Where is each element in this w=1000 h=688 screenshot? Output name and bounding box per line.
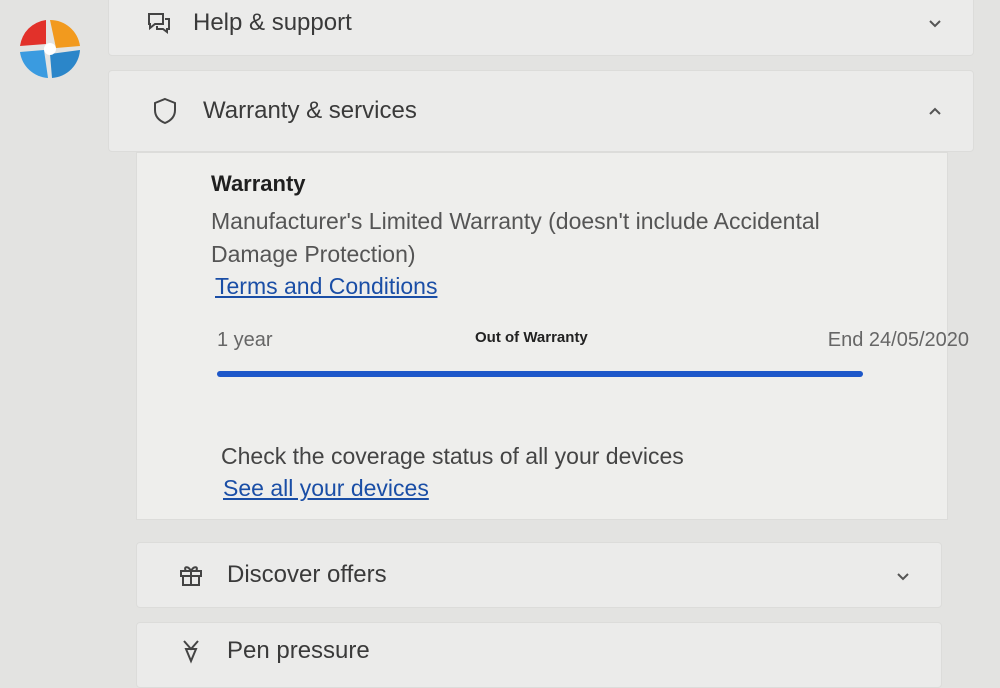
chevron-down-icon[interactable] <box>895 568 911 584</box>
chevron-down-icon[interactable] <box>927 15 943 31</box>
warranty-end-date: End 24/05/2020 <box>827 329 969 351</box>
discover-offers-label: Discover offers <box>227 561 387 588</box>
warranty-services-row[interactable]: Warranty & services <box>108 70 974 152</box>
warranty-progress-fill <box>217 371 863 377</box>
warranty-details: Warranty Manufacturer's Limited Warranty… <box>136 152 969 520</box>
settings-panel: Help & support Warranty & services Warra… <box>108 0 974 688</box>
see-all-devices-link[interactable]: See all your devices <box>223 475 429 502</box>
chat-icon <box>145 9 173 37</box>
warranty-description: Manufacturer's Limited Warranty (doesn't… <box>211 208 820 267</box>
warranty-duration: 1 year <box>217 329 273 351</box>
shield-icon <box>151 97 179 125</box>
chevron-up-icon[interactable] <box>927 104 943 120</box>
warranty-progress-bar <box>217 371 863 377</box>
warranty-title: Warranty <box>211 171 306 196</box>
gift-icon <box>177 561 205 589</box>
help-support-label: Help & support <box>193 9 352 36</box>
logo-icon <box>20 19 80 78</box>
pen-pressure-row[interactable]: Pen pressure <box>136 622 942 688</box>
discover-offers-row[interactable]: Discover offers <box>136 542 942 608</box>
pen-pressure-label: Pen pressure <box>227 637 370 664</box>
warranty-status: Out of Warranty <box>475 329 588 346</box>
help-support-row[interactable]: Help & support <box>108 0 974 56</box>
pen-icon <box>177 637 205 665</box>
coverage-text: Check the coverage status of all your de… <box>221 443 684 469</box>
terms-conditions-link[interactable]: Terms and Conditions <box>215 273 437 300</box>
warranty-services-label: Warranty & services <box>203 97 417 124</box>
